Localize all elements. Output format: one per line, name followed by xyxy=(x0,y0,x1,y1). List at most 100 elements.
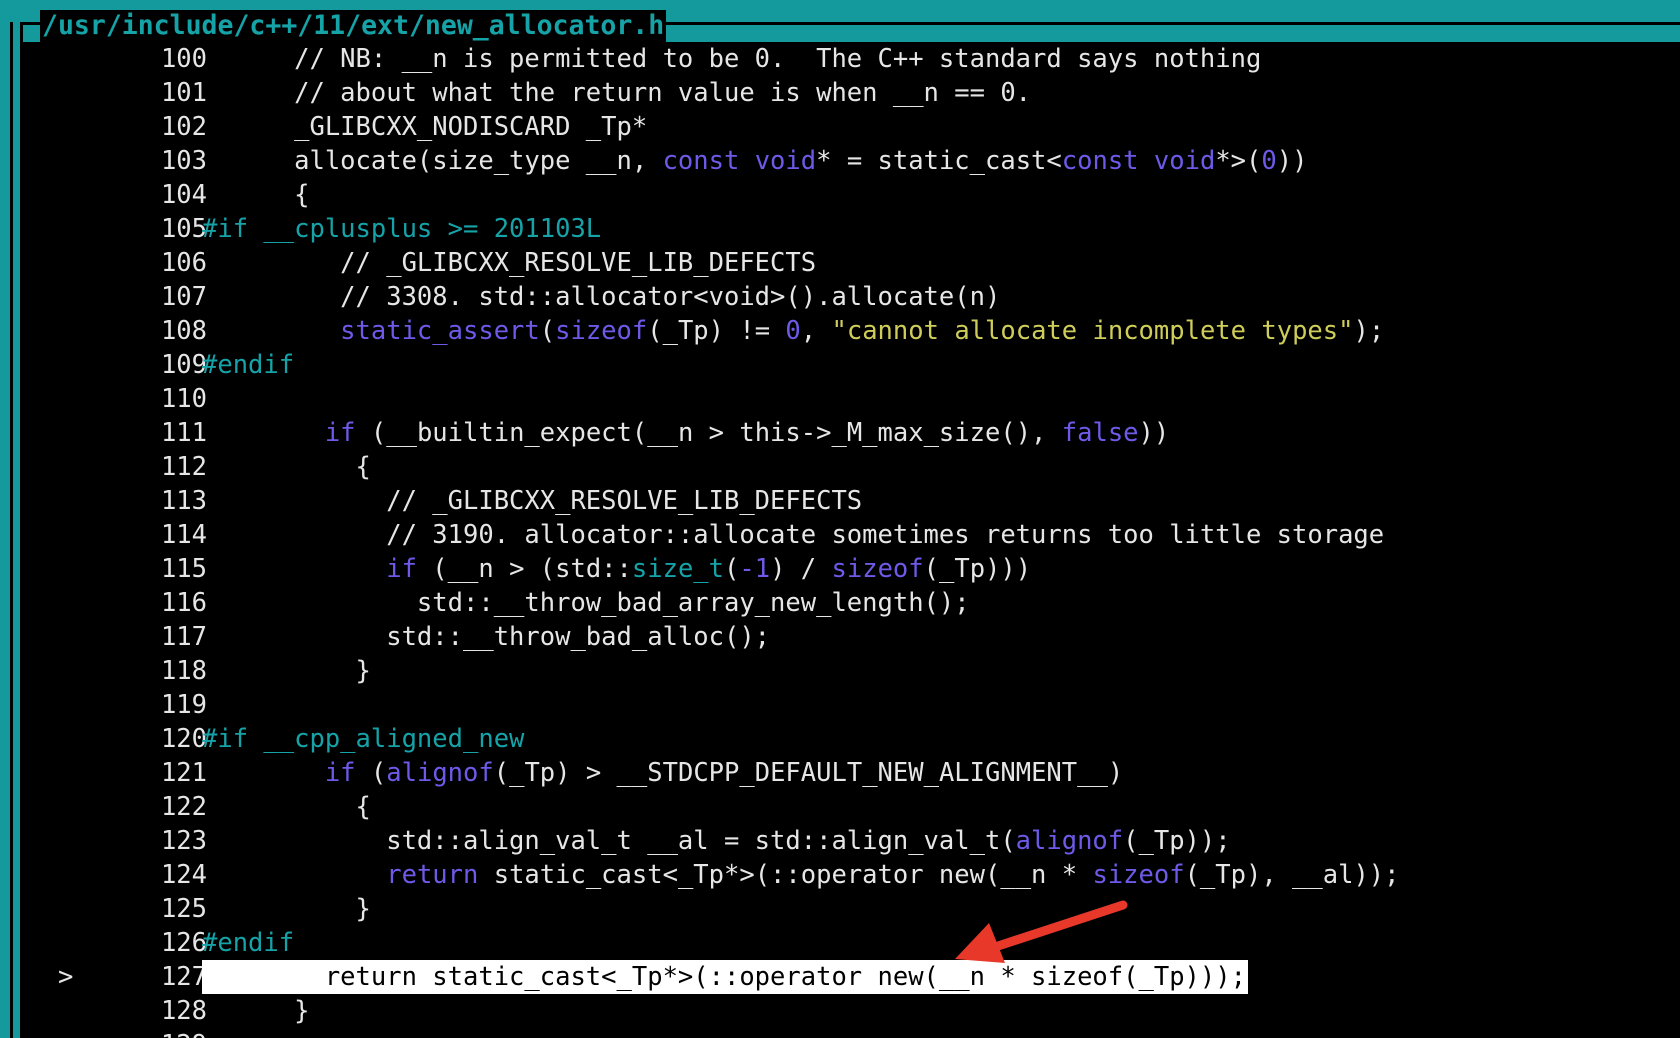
code-token: 0 xyxy=(1261,146,1277,176)
code-line[interactable]: 113 // _GLIBCXX_RESOLVE_LIB_DEFECTS xyxy=(27,484,1680,518)
source-code-pane[interactable]: 100 // NB: __n is permitted to be 0. The… xyxy=(27,42,1680,1038)
code-line[interactable]: 112 { xyxy=(27,450,1680,484)
code-line[interactable]: 122 { xyxy=(27,790,1680,824)
code-token: ) / xyxy=(770,554,832,584)
code-token: sizeof xyxy=(555,316,648,346)
code-token: #endif xyxy=(202,928,295,958)
code-line[interactable]: 110 xyxy=(27,382,1680,416)
code-token: (__builtin_expect(__n > this->_M_max_siz… xyxy=(355,418,1062,448)
code-line[interactable]: 125 } xyxy=(27,892,1680,926)
code-text: #if __cpp_aligned_new xyxy=(202,722,524,756)
code-token: )) xyxy=(1138,418,1170,448)
code-line[interactable]: 126 #endif xyxy=(27,926,1680,960)
code-text: #endif xyxy=(202,348,294,382)
line-number: 123 xyxy=(160,826,207,856)
code-token: // 3190. allocator::allocate sometimes r… xyxy=(202,520,1385,550)
code-line[interactable]: 103 allocate(size_type __n, const void* … xyxy=(27,144,1680,178)
line-number: 105 xyxy=(160,214,207,244)
line-number: 112 xyxy=(160,452,207,482)
line-number: 104 xyxy=(160,180,207,210)
line-number: 108 xyxy=(160,316,207,346)
code-token: #endif xyxy=(202,350,295,380)
code-token: alignof xyxy=(386,758,494,788)
code-line[interactable]: 106 // _GLIBCXX_RESOLVE_LIB_DEFECTS xyxy=(27,246,1680,280)
code-token: // _GLIBCXX_RESOLVE_LIB_DEFECTS xyxy=(202,248,817,278)
code-token: // 3308. std::allocator<void>().allocate… xyxy=(202,282,1001,312)
code-line[interactable]: 102 _GLIBCXX_NODISCARD _Tp* xyxy=(27,110,1680,144)
current-line-marker: > xyxy=(58,962,74,992)
code-token: if xyxy=(324,418,356,448)
line-number: 114 xyxy=(160,520,207,550)
code-line[interactable]: 105 #if __cplusplus >= 201103L xyxy=(27,212,1680,246)
code-token: // about what the return value is when _… xyxy=(202,78,1032,108)
code-line[interactable]: 124 return static_cast<_Tp*>(::operator … xyxy=(27,858,1680,892)
code-token: static_cast<_Tp*>(::operator new(__n * xyxy=(478,860,1093,890)
code-token: sizeof xyxy=(1092,860,1185,890)
code-text: { xyxy=(202,450,371,484)
code-text: // NB: __n is permitted to be 0. The C++… xyxy=(202,42,1261,76)
line-number: 116 xyxy=(160,588,207,618)
code-text: { xyxy=(202,178,309,212)
code-token: std::__throw_bad_alloc(); xyxy=(202,622,771,652)
code-line[interactable]: 129 xyxy=(27,1028,1680,1038)
code-line[interactable]: 117 std::__throw_bad_alloc(); xyxy=(27,620,1680,654)
code-line[interactable]: 108 static_assert(sizeof(_Tp) != 0, "can… xyxy=(27,314,1680,348)
code-text: if (__builtin_expect(__n > this->_M_max_… xyxy=(202,416,1169,450)
line-number: 109 xyxy=(160,350,207,380)
code-line[interactable]: 115 if (__n > (std::size_t(-1) / sizeof(… xyxy=(27,552,1680,586)
code-text: } xyxy=(202,892,371,926)
code-text: if (__n > (std::size_t(-1) / sizeof(_Tp)… xyxy=(202,552,1031,586)
code-token: ( xyxy=(539,316,556,346)
frame-corner xyxy=(20,22,23,42)
code-text: #if __cplusplus >= 201103L xyxy=(202,212,601,246)
code-token: allocate(size_type __n, xyxy=(202,146,663,176)
code-line[interactable]: 107 // 3308. std::allocator<void>().allo… xyxy=(27,280,1680,314)
code-text: return static_cast<_Tp*>(::operator new(… xyxy=(202,858,1399,892)
code-token: (_Tp)); xyxy=(1123,826,1231,856)
code-text: // _GLIBCXX_RESOLVE_LIB_DEFECTS xyxy=(202,484,862,518)
code-line[interactable]: 100 // NB: __n is permitted to be 0. The… xyxy=(27,42,1680,76)
line-number: 110 xyxy=(160,384,207,414)
code-line[interactable]: 123 std::align_val_t __al = std::align_v… xyxy=(27,824,1680,858)
code-text: // 3308. std::allocator<void>().allocate… xyxy=(202,280,1000,314)
code-token: return xyxy=(386,860,479,890)
code-line[interactable]: 120 #if __cpp_aligned_new xyxy=(27,722,1680,756)
code-token: * = static_cast< xyxy=(816,146,1062,176)
code-token: ); xyxy=(1353,316,1385,346)
code-text: std::align_val_t __al = std::align_val_t… xyxy=(202,824,1231,858)
line-number: 118 xyxy=(160,656,207,686)
code-token: // _GLIBCXX_RESOLVE_LIB_DEFECTS xyxy=(202,486,863,516)
code-line[interactable]: 101 // about what the return value is wh… xyxy=(27,76,1680,110)
code-token: ( xyxy=(355,758,387,788)
code-token: (_Tp))) xyxy=(923,554,1032,584)
window-title-container: /usr/include/c++/11/ext/new_allocator.h xyxy=(40,10,667,42)
code-token: )) xyxy=(1276,146,1308,176)
code-line[interactable]: 109 #endif xyxy=(27,348,1680,382)
code-token: { xyxy=(202,792,371,822)
code-line[interactable]: 119 xyxy=(27,688,1680,722)
code-token: std::__throw_bad_array_new_length(); xyxy=(202,588,970,618)
line-number: 100 xyxy=(160,44,207,74)
code-token: -1 xyxy=(739,554,771,584)
code-token: return static_cast<_Tp*>(::operator new(… xyxy=(202,962,1246,992)
line-number: 126 xyxy=(160,928,207,958)
line-number: 121 xyxy=(160,758,207,788)
code-line[interactable]: 128 } xyxy=(27,994,1680,1028)
code-line[interactable]: 116 std::__throw_bad_array_new_length(); xyxy=(27,586,1680,620)
code-line[interactable]: 104 { xyxy=(27,178,1680,212)
code-line[interactable]: 118 } xyxy=(27,654,1680,688)
code-token: void xyxy=(1153,146,1216,176)
code-line[interactable]: 111 if (__builtin_expect(__n > this->_M_… xyxy=(27,416,1680,450)
code-text: // about what the return value is when _… xyxy=(202,76,1031,110)
code-line[interactable]: 114 // 3190. allocator::allocate sometim… xyxy=(27,518,1680,552)
code-text: std::__throw_bad_array_new_length(); xyxy=(202,586,970,620)
code-line[interactable]: 121 if (alignof(_Tp) > __STDCPP_DEFAULT_… xyxy=(27,756,1680,790)
line-number: 111 xyxy=(160,418,207,448)
code-line-current[interactable]: >127 return static_cast<_Tp*>(::operator… xyxy=(27,960,1680,994)
code-text: // 3190. allocator::allocate sometimes r… xyxy=(202,518,1384,552)
code-token: 0 xyxy=(785,316,801,346)
